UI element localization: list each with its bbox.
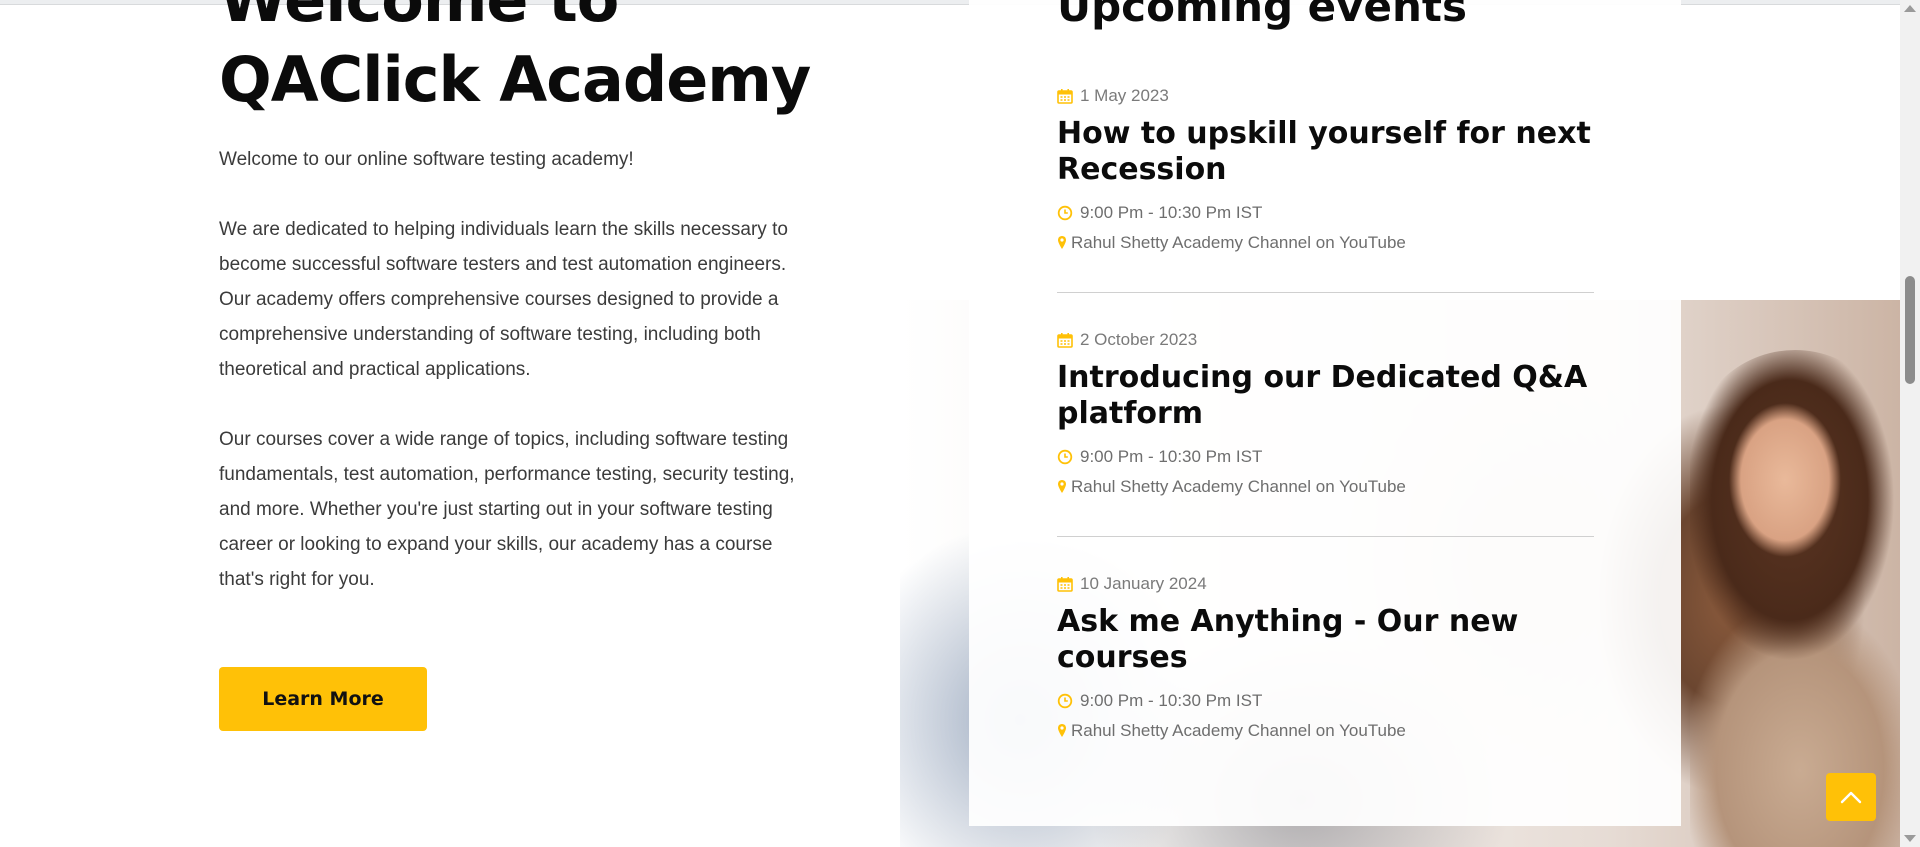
- event-location: Rahul Shetty Academy Channel on YouTube: [1057, 716, 1594, 746]
- calendar-icon: [1057, 89, 1073, 104]
- map-marker-icon: [1058, 724, 1066, 737]
- event-date: 2 October 2023: [1057, 328, 1594, 352]
- hero-intro-text: Welcome to our online software testing a…: [219, 149, 634, 170]
- scroll-down-arrow-icon[interactable]: [1904, 835, 1916, 842]
- clock-icon: [1057, 693, 1073, 709]
- upcoming-events-card: Upcoming events 1 May 2023 How to upskil…: [969, 0, 1681, 826]
- scrollbar-thumb[interactable]: [1905, 276, 1915, 384]
- hero-paragraph-2: Our courses cover a wide range of topics…: [219, 429, 795, 590]
- back-to-top-button[interactable]: [1826, 773, 1876, 821]
- event-time-text: 9:00 Pm - 10:30 Pm IST: [1080, 691, 1263, 710]
- event-location: Rahul Shetty Academy Channel on YouTube: [1057, 472, 1594, 502]
- event-time-text: 9:00 Pm - 10:30 Pm IST: [1080, 447, 1263, 466]
- event-time-text: 9:00 Pm - 10:30 Pm IST: [1080, 203, 1263, 222]
- hero-title-line-2: QAClick Academy: [219, 43, 811, 116]
- event-divider: [1057, 536, 1594, 537]
- hero-title-line-1: Welcome to: [219, 0, 839, 40]
- page-scrollbar[interactable]: [1900, 0, 1920, 847]
- event-location-text: Rahul Shetty Academy Channel on YouTube: [1071, 233, 1406, 252]
- hero-paragraph-1: We are dedicated to helping individuals …: [219, 219, 788, 380]
- event-title-link[interactable]: Ask me Anything - Our new courses: [1057, 604, 1594, 676]
- event-item: 1 May 2023 How to upskill yourself for n…: [1057, 84, 1594, 258]
- event-location-text: Rahul Shetty Academy Channel on YouTube: [1071, 721, 1406, 740]
- event-title-link[interactable]: Introducing our Dedicated Q&A platform: [1057, 360, 1594, 432]
- event-divider: [1057, 292, 1594, 293]
- event-date: 10 January 2024: [1057, 572, 1594, 596]
- map-marker-icon: [1058, 480, 1066, 493]
- hero-title: Welcome to QAClick Academy: [219, 0, 839, 120]
- event-date: 1 May 2023: [1057, 84, 1594, 108]
- clock-icon: [1057, 205, 1073, 221]
- chevron-up-icon: [1840, 791, 1862, 804]
- event-date-text: 1 May 2023: [1080, 86, 1169, 105]
- event-item: 2 October 2023 Introducing our Dedicated…: [1057, 328, 1594, 502]
- calendar-icon: [1057, 577, 1073, 592]
- event-location: Rahul Shetty Academy Channel on YouTube: [1057, 228, 1594, 258]
- event-date-text: 10 January 2024: [1080, 574, 1207, 593]
- event-time: 9:00 Pm - 10:30 Pm IST: [1057, 442, 1594, 472]
- calendar-icon: [1057, 333, 1073, 348]
- scroll-up-arrow-icon[interactable]: [1904, 5, 1916, 12]
- event-date-text: 2 October 2023: [1080, 330, 1198, 349]
- map-marker-icon: [1058, 236, 1066, 249]
- event-location-text: Rahul Shetty Academy Channel on YouTube: [1071, 477, 1406, 496]
- events-heading: Upcoming events: [1057, 0, 1467, 31]
- event-time: 9:00 Pm - 10:30 Pm IST: [1057, 198, 1594, 228]
- event-title-link[interactable]: How to upskill yourself for next Recessi…: [1057, 116, 1594, 188]
- clock-icon: [1057, 449, 1073, 465]
- learn-more-button[interactable]: Learn More: [219, 667, 427, 731]
- event-item: 10 January 2024 Ask me Anything - Our ne…: [1057, 572, 1594, 746]
- event-time: 9:00 Pm - 10:30 Pm IST: [1057, 686, 1594, 716]
